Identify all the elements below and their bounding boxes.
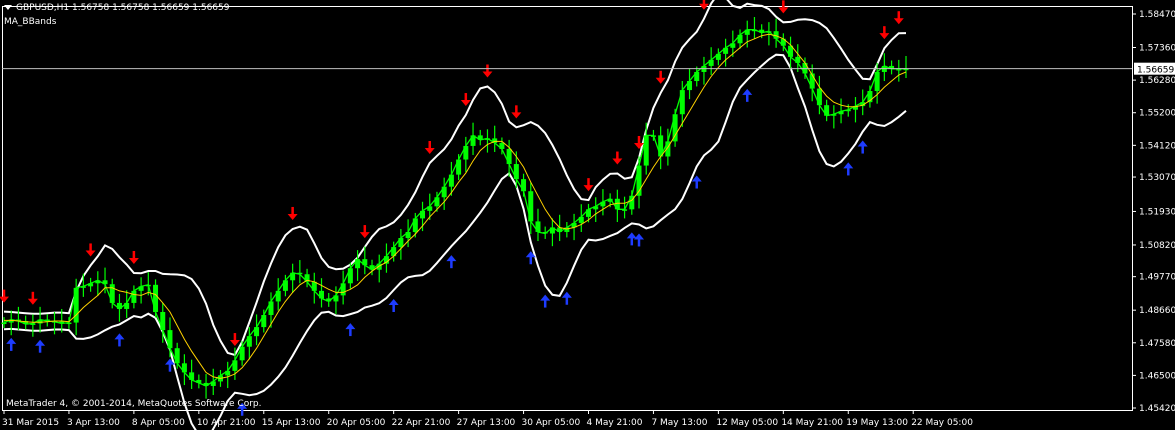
y-tick-label: 1.53070	[1139, 173, 1175, 183]
buy-arrow-icon	[634, 233, 645, 247]
candle-body	[73, 287, 79, 323]
y-tick-label: 1.49770	[1139, 273, 1175, 283]
y-tick-label: 1.56280	[1139, 76, 1175, 86]
indicator-label: MA_BBands	[4, 17, 57, 27]
close-line	[3, 29, 907, 387]
x-tick-label: 22 Apr 21:00	[392, 418, 451, 428]
buy-arrow-icon	[114, 333, 125, 347]
sell-arrow-icon	[460, 93, 471, 107]
symbol-quote: GBPUSD,H1 1.56758 1.56758 1.56659 1.5665…	[16, 3, 230, 13]
y-tick-label: 1.45420	[1139, 404, 1175, 414]
buy-arrow-icon	[388, 298, 399, 312]
sell-arrow-icon	[0, 289, 9, 303]
y-tick-label: 1.48660	[1139, 306, 1175, 316]
upper-band-line	[3, 0, 907, 357]
chart-window[interactable]: 1.56659 1.58470 1.57360 1.56280 1.55200 1.541…	[0, 0, 1175, 430]
buy-arrow-icon	[843, 162, 854, 176]
buy-arrow-icon	[540, 294, 551, 308]
sell-arrow-icon	[482, 64, 493, 78]
lower-band-line	[3, 53, 907, 430]
sell-arrow-icon	[583, 178, 594, 192]
buy-arrow-icon	[35, 339, 46, 353]
x-tick-label: 12 May 05:00	[716, 418, 778, 428]
plot-frame	[2, 6, 1133, 411]
dropdown-arrow-icon[interactable]	[4, 5, 12, 10]
candle-body	[160, 311, 166, 331]
buy-arrow-icon	[345, 323, 356, 337]
sell-arrow-icon	[359, 225, 370, 239]
sell-arrow-icon	[27, 291, 38, 305]
x-tick-label: 30 Apr 05:00	[522, 418, 581, 428]
y-tick-label: 1.51930	[1139, 207, 1175, 217]
x-tick-label: 31 Mar 2015	[2, 418, 59, 428]
x-tick-label: 14 May 21:00	[781, 418, 843, 428]
x-tick-label: 4 May 21:00	[586, 418, 642, 428]
y-tick-label: 1.50820	[1139, 241, 1175, 251]
sell-arrow-icon	[879, 26, 890, 40]
x-tick-label: 8 Apr 05:00	[132, 418, 185, 428]
y-tick-label: 1.57360	[1139, 44, 1175, 54]
x-tick-label: 22 May 05:00	[911, 418, 973, 428]
x-tick-label: 19 May 13:00	[846, 418, 908, 428]
buy-arrow-icon	[446, 255, 457, 269]
candle-body	[1, 322, 7, 325]
sell-arrow-icon	[287, 206, 298, 220]
buy-arrow-icon	[691, 175, 702, 189]
sell-arrow-icon	[655, 70, 666, 84]
y-tick-label: 1.54120	[1139, 141, 1175, 151]
symbol-header: GBPUSD,H1 1.56758 1.56758 1.56659 1.5665…	[4, 3, 229, 13]
candle-body	[528, 191, 534, 222]
current-price-label: 1.56659	[1137, 66, 1174, 76]
x-tick-label: 15 Apr 13:00	[262, 418, 321, 428]
buy-arrow-icon	[6, 337, 17, 351]
sell-arrow-icon	[85, 243, 96, 257]
price-chart[interactable]: 1.56659 1.58470 1.57360 1.56280 1.55200 1.541…	[0, 0, 1175, 430]
y-tick-label: 1.55200	[1139, 109, 1175, 119]
y-tick-label: 1.46500	[1139, 371, 1175, 381]
candle-body	[672, 114, 678, 142]
ma-line	[4, 33, 907, 379]
copyright-text: MetaTrader 4, © 2001-2014, MetaQuotes So…	[6, 399, 262, 409]
x-tick-label: 27 Apr 13:00	[457, 418, 516, 428]
sell-arrow-icon	[612, 151, 623, 165]
buy-arrow-icon	[561, 291, 572, 305]
x-tick-label: 7 May 13:00	[651, 418, 707, 428]
sell-arrow-icon	[128, 250, 139, 264]
buy-arrow-icon	[742, 88, 753, 102]
x-tick-label: 20 Apr 05:00	[327, 418, 386, 428]
y-tick-label: 1.58470	[1139, 10, 1175, 20]
sell-arrow-icon	[893, 11, 904, 25]
sell-arrow-icon	[424, 140, 435, 154]
candle-body	[167, 330, 173, 349]
x-tick-label: 10 Apr 21:00	[197, 418, 256, 428]
sell-arrow-icon	[698, 0, 709, 10]
buy-arrow-icon	[857, 140, 868, 154]
sell-arrow-icon	[511, 105, 522, 119]
sell-arrow-icon	[229, 333, 240, 347]
x-tick-label: 3 Apr 13:00	[67, 418, 120, 428]
y-tick-label: 1.47580	[1139, 339, 1175, 349]
